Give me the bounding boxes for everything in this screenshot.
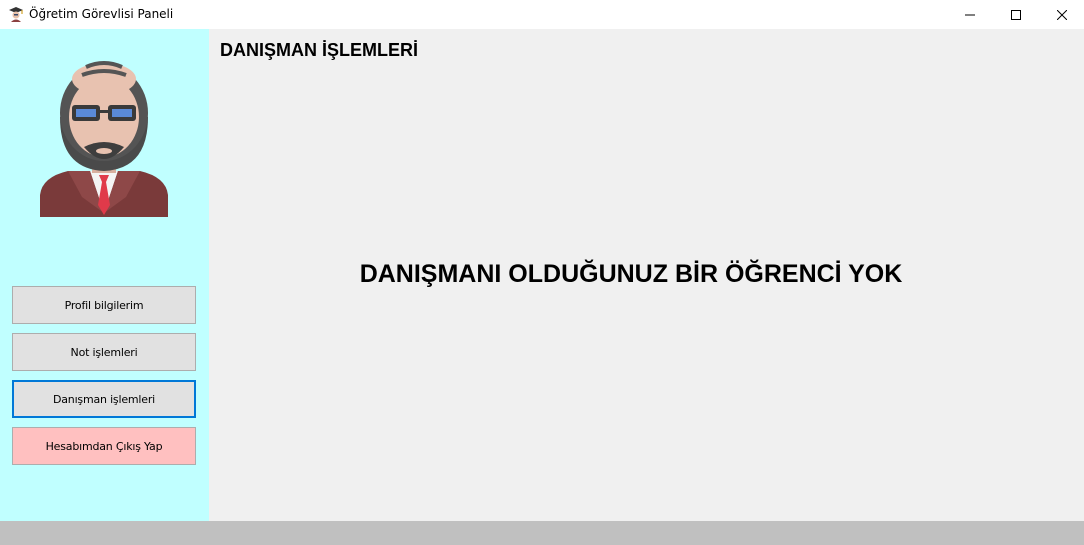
sidebar: Profil bilgilerim Not işlemleri Danışman… [0,29,209,521]
advisor-button-label: Danışman işlemleri [52,392,156,406]
grades-button-label: Not işlemleri [70,345,138,359]
graduate-cap-icon [9,7,23,22]
grades-button[interactable]: Not işlemleri [12,333,196,371]
teacher-avatar-icon [40,61,168,217]
title-bar: Öğretim Görevlisi Paneli [0,0,1084,29]
profile-button[interactable]: Profil bilgilerim [12,286,196,324]
minimize-icon [965,14,975,15]
close-button[interactable] [1039,0,1084,29]
close-icon [1057,9,1067,20]
profile-button-label: Profil bilgilerim [64,298,144,312]
logout-button[interactable]: Hesabımdan Çıkış Yap [12,427,196,465]
minimize-button[interactable] [947,0,993,29]
empty-state-message: DANIŞMANI OLDUĞUNUZ BİR ÖĞRENCİ YOK [359,260,903,288]
status-bar [0,521,1084,545]
advisor-button[interactable]: Danışman işlemleri [12,380,196,418]
section-title: DANIŞMAN İŞLEMLERİ [220,40,418,60]
main-content: DANIŞMAN İŞLEMLERİ DANIŞMANI OLDUĞUNUZ B… [209,29,1084,521]
maximize-button[interactable] [993,0,1039,29]
window-title: Öğretim Görevlisi Paneli [29,7,174,21]
logout-button-label: Hesabımdan Çıkış Yap [45,439,163,453]
maximize-icon [1011,9,1021,20]
